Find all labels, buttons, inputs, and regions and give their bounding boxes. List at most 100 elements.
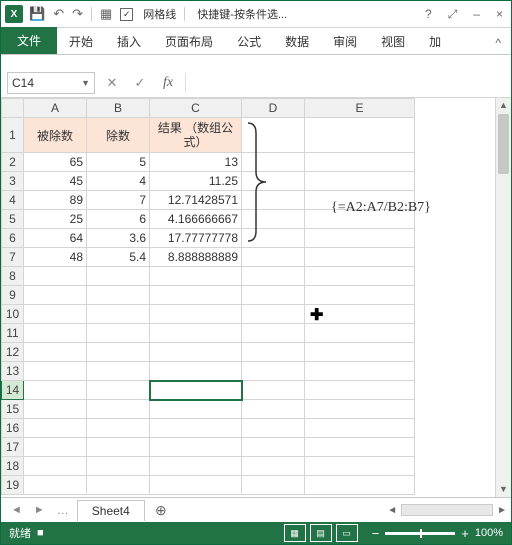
view-page-break-button[interactable]: ▭ xyxy=(336,524,358,542)
cancel-formula-button[interactable]: ✕ xyxy=(101,73,123,93)
grid-icon[interactable]: ▦ xyxy=(100,6,112,22)
collapse-ribbon-button[interactable]: ^ xyxy=(485,32,511,54)
view-page-layout-button[interactable]: ▤ xyxy=(310,524,332,542)
sheet-nav-more[interactable]: … xyxy=(51,503,75,517)
cell-C14[interactable] xyxy=(150,381,242,400)
row-header-7[interactable]: 7 xyxy=(2,248,24,267)
row-header-9[interactable]: 9 xyxy=(2,286,24,305)
col-header-C[interactable]: C xyxy=(150,99,242,118)
cell-C3[interactable]: 11.25 xyxy=(150,172,242,191)
zoom-out-button[interactable]: − xyxy=(372,526,380,541)
spreadsheet-grid[interactable]: A B C D E 1 被除数 除数 结果 （数组公式） 265513 3454… xyxy=(1,98,511,497)
tab-addins[interactable]: 加 xyxy=(417,29,453,54)
cell-E3[interactable] xyxy=(305,172,415,191)
save-icon[interactable]: 💾 xyxy=(29,6,45,22)
cell-A1[interactable]: 被除数 xyxy=(24,118,87,153)
cell-A7[interactable]: 48 xyxy=(24,248,87,267)
cell-C7[interactable]: 8.888888889 xyxy=(150,248,242,267)
scroll-up-button[interactable]: ▲ xyxy=(496,98,511,113)
row-header-8[interactable]: 8 xyxy=(2,267,24,286)
cell-A2[interactable]: 65 xyxy=(24,153,87,172)
row-header-11[interactable]: 11 xyxy=(2,324,24,343)
hscroll-track[interactable] xyxy=(401,504,493,516)
hscroll-right[interactable]: ► xyxy=(497,505,507,516)
cell-A4[interactable]: 89 xyxy=(24,191,87,210)
cell-B6[interactable]: 3.6 xyxy=(87,229,150,248)
tab-file[interactable]: 文件 xyxy=(1,27,57,54)
tab-insert[interactable]: 插入 xyxy=(105,29,153,54)
cell-B3[interactable]: 4 xyxy=(87,172,150,191)
scroll-down-button[interactable]: ▼ xyxy=(496,482,511,497)
row-header-3[interactable]: 3 xyxy=(2,172,24,191)
sheet-nav-next[interactable]: ► xyxy=(28,504,51,516)
tab-data[interactable]: 数据 xyxy=(273,29,321,54)
row-header-14[interactable]: 14 xyxy=(2,381,24,400)
zoom-slider[interactable] xyxy=(385,532,455,535)
minimize-button[interactable]: – xyxy=(469,7,484,22)
sheet-nav-prev[interactable]: ◄ xyxy=(5,504,28,516)
sheet-tab[interactable]: Sheet4 xyxy=(77,500,145,521)
col-header-B[interactable]: B xyxy=(87,99,150,118)
tab-review[interactable]: 审阅 xyxy=(321,29,369,54)
cell-C1[interactable]: 结果 （数组公式） xyxy=(150,118,242,153)
tab-home[interactable]: 开始 xyxy=(57,29,105,54)
hscroll-left[interactable]: ◄ xyxy=(387,505,397,516)
row-header-13[interactable]: 13 xyxy=(2,362,24,381)
close-button[interactable]: × xyxy=(492,7,507,22)
add-sheet-button[interactable]: ⊕ xyxy=(151,500,171,520)
vertical-scrollbar[interactable]: ▲ ▼ xyxy=(495,98,511,497)
col-header-D[interactable]: D xyxy=(242,99,305,118)
fx-button[interactable]: fx xyxy=(157,73,179,93)
row-header-17[interactable]: 17 xyxy=(2,438,24,457)
row-header-2[interactable]: 2 xyxy=(2,153,24,172)
cell-A3[interactable]: 45 xyxy=(24,172,87,191)
cell-C5[interactable]: 4.166666667 xyxy=(150,210,242,229)
accept-formula-button[interactable]: ✓ xyxy=(129,73,151,93)
view-normal-button[interactable]: ▦ xyxy=(284,524,306,542)
row-header-6[interactable]: 6 xyxy=(2,229,24,248)
zoom-level[interactable]: 100% xyxy=(475,527,503,539)
name-box[interactable]: C14 ▼ xyxy=(7,72,95,94)
zoom-in-button[interactable]: + xyxy=(461,526,469,541)
tab-view[interactable]: 视图 xyxy=(369,29,417,54)
row-header-4[interactable]: 4 xyxy=(2,191,24,210)
cell-E1[interactable] xyxy=(305,118,415,153)
cell-C4[interactable]: 12.71428571 xyxy=(150,191,242,210)
cell-A6[interactable]: 64 xyxy=(24,229,87,248)
cell-D7[interactable] xyxy=(242,248,305,267)
redo-icon[interactable]: ↷ xyxy=(72,6,83,22)
tab-page-layout[interactable]: 页面布局 xyxy=(153,29,225,54)
col-header-A[interactable]: A xyxy=(24,99,87,118)
select-all-corner[interactable] xyxy=(2,99,24,118)
undo-icon[interactable]: ↶ xyxy=(53,6,64,22)
cell-E2[interactable] xyxy=(305,153,415,172)
help-button[interactable]: ? xyxy=(421,7,436,22)
cell-C2[interactable]: 13 xyxy=(150,153,242,172)
macro-record-icon[interactable]: ■ xyxy=(37,527,44,539)
cell-B5[interactable]: 6 xyxy=(87,210,150,229)
cell-B4[interactable]: 7 xyxy=(87,191,150,210)
row-header-10[interactable]: 10 xyxy=(2,305,24,324)
row-header-16[interactable]: 16 xyxy=(2,419,24,438)
cell-E7[interactable] xyxy=(305,248,415,267)
tab-formulas[interactable]: 公式 xyxy=(225,29,273,54)
gridlines-checkbox[interactable]: ✓ xyxy=(120,8,133,21)
cell-B7[interactable]: 5.4 xyxy=(87,248,150,267)
fullscreen-button[interactable]: ⤢ xyxy=(444,7,462,22)
cell-A5[interactable]: 25 xyxy=(24,210,87,229)
row-header-19[interactable]: 19 xyxy=(2,476,24,495)
row-header-15[interactable]: 15 xyxy=(2,400,24,419)
title-bar: X 💾 ↶ ↷ ▦ ✓ 网格线 快捷键-按条件选... ? ⤢ – × xyxy=(1,1,511,28)
row-header-5[interactable]: 5 xyxy=(2,210,24,229)
scroll-thumb[interactable] xyxy=(498,114,509,174)
formula-input[interactable] xyxy=(185,73,505,93)
name-box-dropdown-icon[interactable]: ▼ xyxy=(81,78,90,88)
cell-E6[interactable] xyxy=(305,229,415,248)
row-header-18[interactable]: 18 xyxy=(2,457,24,476)
row-header-12[interactable]: 12 xyxy=(2,343,24,362)
row-header-1[interactable]: 1 xyxy=(2,118,24,153)
cell-C6[interactable]: 17.77777778 xyxy=(150,229,242,248)
cell-B2[interactable]: 5 xyxy=(87,153,150,172)
cell-B1[interactable]: 除数 xyxy=(87,118,150,153)
col-header-E[interactable]: E xyxy=(305,99,415,118)
